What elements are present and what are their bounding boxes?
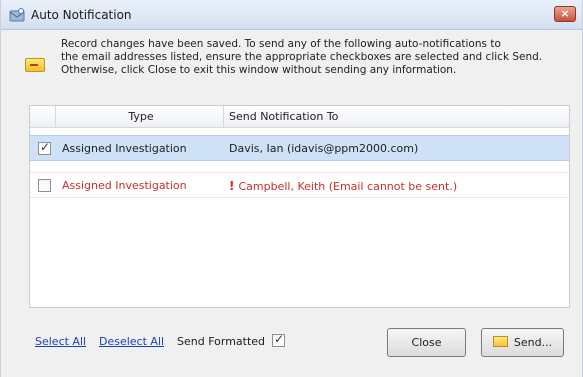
auto-notification-dialog: Auto Notification × Record changes have … bbox=[0, 0, 583, 377]
send-button[interactable]: Send... bbox=[481, 328, 564, 357]
title-bar: Auto Notification × bbox=[1, 0, 582, 30]
table-row[interactable]: Assigned Investigation ! Campbell, Keith … bbox=[30, 172, 569, 198]
exclamation-icon: ! bbox=[229, 179, 235, 193]
row-checkbox[interactable] bbox=[38, 140, 51, 155]
close-button[interactable]: Close bbox=[387, 328, 466, 357]
message-line: Otherwise, click Close to exit this wind… bbox=[61, 64, 457, 76]
deselect-all-link[interactable]: Deselect All bbox=[99, 335, 164, 348]
send-formatted-label: Send Formatted bbox=[177, 335, 266, 348]
cell-type: Assigned Investigation bbox=[62, 179, 187, 192]
info-message: Record changes have been saved. To send … bbox=[61, 38, 571, 77]
envelope-icon bbox=[492, 336, 508, 347]
send-button-label: Send... bbox=[513, 336, 553, 349]
notification-app-icon bbox=[9, 8, 25, 22]
cell-send-to: Davis, Ian (idavis@ppm2000.com) bbox=[229, 142, 419, 155]
close-window-icon[interactable]: × bbox=[554, 6, 576, 22]
send-formatted-checkbox[interactable] bbox=[272, 332, 285, 347]
cell-type: Assigned Investigation bbox=[62, 142, 187, 155]
notification-grid: Type Send Notification To Assigned Inves… bbox=[29, 105, 570, 308]
message-line: Record changes have been saved. To send … bbox=[61, 38, 501, 50]
cell-send-to-text: Campbell, Keith (Email cannot be sent.) bbox=[238, 180, 458, 193]
message-line: the email addresses listed, ensure the a… bbox=[61, 51, 543, 63]
column-header-type[interactable]: Type bbox=[60, 110, 222, 123]
select-all-link[interactable]: Select All bbox=[35, 335, 86, 348]
window-title: Auto Notification bbox=[31, 8, 132, 22]
column-header-send-to[interactable]: Send Notification To bbox=[229, 110, 338, 123]
grid-header: Type Send Notification To bbox=[30, 106, 569, 128]
cell-send-to: ! Campbell, Keith (Email cannot be sent.) bbox=[229, 179, 457, 193]
column-divider bbox=[55, 106, 56, 127]
note-icon bbox=[25, 58, 45, 72]
column-divider bbox=[223, 106, 224, 127]
table-row[interactable]: Assigned Investigation Davis, Ian (idavi… bbox=[30, 135, 569, 161]
close-button-label: Close bbox=[411, 336, 442, 349]
row-checkbox[interactable] bbox=[38, 179, 51, 192]
